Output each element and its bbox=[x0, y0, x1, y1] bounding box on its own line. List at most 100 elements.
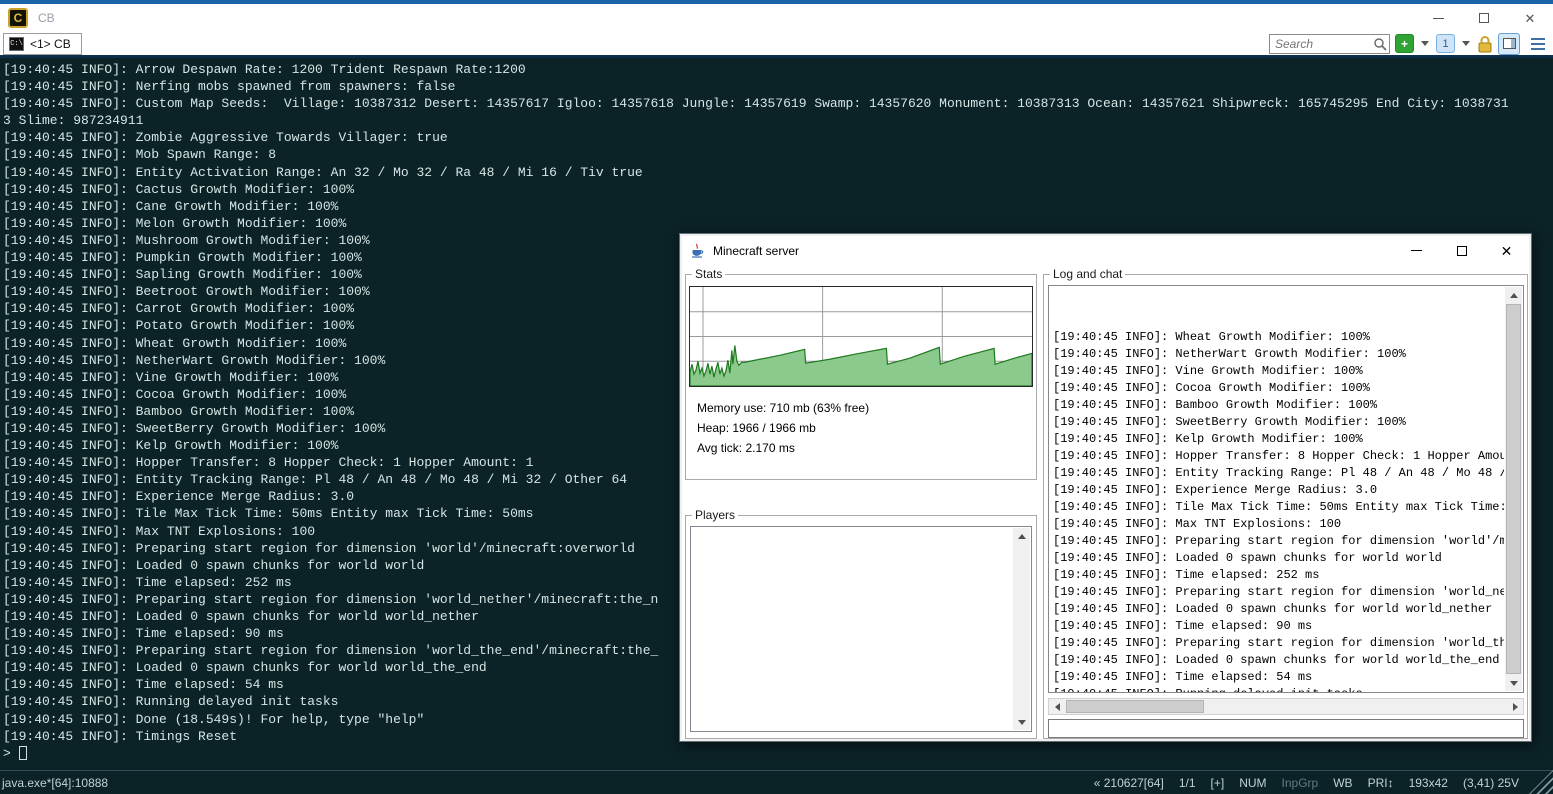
log-line: [19:40:45 INFO]: Preparing start region … bbox=[1053, 534, 1504, 548]
log-hscroll-thumb[interactable] bbox=[1066, 700, 1204, 713]
console-switch-dropdown-icon[interactable] bbox=[1462, 41, 1470, 46]
status-item: NUM bbox=[1239, 775, 1267, 790]
close-button[interactable]: ✕ bbox=[1507, 4, 1553, 32]
search-input[interactable] bbox=[1269, 33, 1390, 54]
log-line: [19:40:45 INFO]: Time elapsed: 54 ms bbox=[1053, 670, 1313, 684]
stats-panel: Stats Memory use: 710 mb (63% free) Heap… bbox=[685, 267, 1037, 480]
memory-graph-svg bbox=[690, 287, 1032, 386]
log-line: [19:40:45 INFO]: Cocoa Growth Modifier: … bbox=[1053, 381, 1370, 395]
players-label: Players bbox=[692, 508, 739, 522]
players-list[interactable] bbox=[690, 526, 1032, 732]
minecraft-titlebar[interactable]: Minecraft server ✕ bbox=[682, 236, 1529, 265]
mc-minimize-button[interactable] bbox=[1394, 236, 1439, 265]
log-line: [19:40:45 INFO]: SweetBerry Growth Modif… bbox=[1053, 415, 1406, 429]
status-item: PRI↕ bbox=[1367, 775, 1394, 790]
status-bar: java.exe*[64]:10888 « 210627[64] 1/1 [+] NU… bbox=[0, 770, 1553, 794]
log-line: [19:40:45 INFO]: Tile Max Tick Time: 50m… bbox=[1053, 500, 1504, 514]
scroll-right-icon[interactable] bbox=[1507, 699, 1523, 714]
avg-tick-value: Avg tick: 2.170 ms bbox=[697, 441, 795, 455]
terminal-line: [19:40:45 INFO]: Custom Map Seeds: Villa… bbox=[3, 96, 1509, 112]
minecraft-server-window[interactable]: Minecraft server ✕ Stats Memory use: 710… bbox=[679, 233, 1532, 742]
log-line: [19:40:45 INFO]: Loaded 0 spawn chunks f… bbox=[1053, 653, 1500, 667]
memory-use-value: Memory use: 710 mb (63% free) bbox=[697, 401, 870, 415]
lock-icon[interactable] bbox=[1477, 35, 1493, 53]
terminal-line: [19:40:45 INFO]: Mob Spawn Range: 8 bbox=[3, 147, 277, 163]
log-line: [19:40:45 INFO]: Time elapsed: 90 ms bbox=[1053, 619, 1313, 633]
cmd-icon: C:\ bbox=[9, 36, 24, 51]
log-line: [19:40:45 INFO]: Time elapsed: 252 ms bbox=[1053, 568, 1320, 582]
log-line: [19:40:45 INFO]: Loaded 0 spawn chunks f… bbox=[1053, 551, 1442, 565]
log-line: [19:40:45 INFO]: Hopper Transfer: 8 Hopp… bbox=[1053, 449, 1504, 463]
status-item: « 210627[64] bbox=[1093, 775, 1164, 790]
mc-close-button[interactable]: ✕ bbox=[1484, 236, 1529, 265]
terminal-line: [19:40:45 INFO]: Cane Growth Modifier: 1… bbox=[3, 198, 339, 214]
new-console-button[interactable]: + bbox=[1395, 34, 1414, 53]
status-process: java.exe*[64]:10888 bbox=[2, 775, 109, 790]
log-line: [19:40:45 INFO]: Running delayed init ta… bbox=[1053, 686, 1504, 692]
players-panel: Players bbox=[685, 508, 1037, 739]
terminal-prompt: > bbox=[3, 745, 11, 761]
search-icon bbox=[1374, 37, 1387, 51]
memory-usage-chart bbox=[689, 286, 1033, 387]
log-line: [19:40:45 INFO]: Vine Growth Modifier: 1… bbox=[1053, 364, 1363, 378]
status-item: WB bbox=[1333, 775, 1353, 790]
log-output[interactable]: [19:40:45 INFO]: Wheat Growth Modifier: … bbox=[1048, 285, 1524, 693]
minimize-button[interactable] bbox=[1415, 4, 1461, 32]
status-item: 1/1 bbox=[1178, 775, 1196, 790]
log-line: [19:40:45 INFO]: Experience Merge Radius… bbox=[1053, 483, 1378, 497]
log-label: Log and chat bbox=[1050, 267, 1126, 281]
log-line: [19:40:45 INFO]: Kelp Growth Modifier: 1… bbox=[1053, 432, 1363, 446]
terminal-line: [19:40:45 INFO]: Zombie Aggressive Towar… bbox=[3, 130, 448, 146]
log-line: [19:40:45 INFO]: Preparing start region … bbox=[1053, 636, 1504, 650]
scroll-left-icon[interactable] bbox=[1049, 699, 1065, 714]
tab-label: <1> CB bbox=[30, 36, 71, 51]
resize-grip[interactable] bbox=[1529, 770, 1553, 794]
scroll-down-icon[interactable] bbox=[1013, 714, 1030, 730]
terminal-cursor bbox=[18, 746, 27, 761]
status-item: (3,41) 25V bbox=[1462, 775, 1519, 790]
java-icon bbox=[692, 243, 704, 258]
log-line: [19:40:45 INFO]: NetherWart Growth Modif… bbox=[1053, 347, 1406, 361]
terminal-line: [19:40:45 INFO]: Melon Growth Modifier: … bbox=[3, 215, 347, 231]
console-switch-button[interactable]: 1 bbox=[1436, 34, 1455, 53]
chat-command-input[interactable] bbox=[1048, 719, 1524, 738]
log-line: [19:40:45 INFO]: Entity Tracking Range: … bbox=[1053, 466, 1504, 480]
terminal-line: 3 Slime: 987234911 bbox=[3, 113, 144, 129]
conemu-window: C CB ✕ C:\ <1> CB + 1 bbox=[0, 0, 1553, 794]
log-hscrollbar[interactable] bbox=[1048, 698, 1524, 715]
log-and-chat-panel: Log and chat [19:40:45 INFO]: Wheat Grow… bbox=[1043, 267, 1528, 739]
terminal-line: [19:40:45 INFO]: Cactus Growth Modifier:… bbox=[3, 181, 355, 197]
app-titlebar[interactable]: C CB ✕ bbox=[0, 4, 1553, 32]
log-line: [19:40:45 INFO]: Preparing start region … bbox=[1053, 585, 1504, 599]
log-vscrollbar[interactable] bbox=[1505, 287, 1522, 691]
menu-button[interactable] bbox=[1529, 36, 1547, 52]
split-window-icon bbox=[1502, 38, 1516, 49]
log-vscroll-thumb[interactable] bbox=[1506, 304, 1521, 674]
terminal-line: [19:40:45 INFO]: Nerfing mobs spawned fr… bbox=[3, 79, 456, 95]
conemu-logo-icon: C bbox=[8, 8, 28, 28]
scroll-down-icon[interactable] bbox=[1505, 675, 1522, 691]
scroll-up-icon[interactable] bbox=[1013, 528, 1030, 544]
players-scrollbar[interactable] bbox=[1013, 528, 1030, 730]
stats-label: Stats bbox=[692, 267, 726, 281]
terminal-line: [19:40:45 INFO]: Arrow Despawn Rate: 120… bbox=[3, 62, 526, 77]
tab-bar: C:\ <1> CB + 1 bbox=[0, 32, 1553, 55]
minecraft-window-title: Minecraft server bbox=[713, 243, 800, 258]
heap-value: Heap: 1966 / 1966 mb bbox=[697, 421, 816, 435]
panel-toggle-button[interactable] bbox=[1498, 32, 1520, 55]
search-box[interactable] bbox=[1269, 33, 1390, 54]
window-title: CB bbox=[38, 11, 55, 25]
log-line: [19:40:45 INFO]: Max TNT Explosions: 100 bbox=[1053, 517, 1342, 531]
mc-maximize-button[interactable] bbox=[1439, 236, 1484, 265]
maximize-button[interactable] bbox=[1461, 4, 1507, 32]
scroll-up-icon[interactable] bbox=[1505, 287, 1522, 303]
new-console-dropdown-icon[interactable] bbox=[1421, 41, 1429, 46]
log-line: [19:40:45 INFO]: Wheat Growth Modifier: … bbox=[1053, 330, 1370, 344]
status-item: InpGrp bbox=[1281, 775, 1319, 790]
log-line: [19:40:45 INFO]: Bamboo Growth Modifier:… bbox=[1053, 398, 1378, 412]
status-item: 193x42 bbox=[1408, 775, 1448, 790]
terminal-line: [19:40:45 INFO]: Entity Activation Range… bbox=[3, 164, 643, 180]
tab-console-1[interactable]: C:\ <1> CB bbox=[3, 32, 82, 55]
status-item: [+] bbox=[1210, 775, 1225, 790]
log-line: [19:40:45 INFO]: Loaded 0 spawn chunks f… bbox=[1053, 602, 1493, 616]
